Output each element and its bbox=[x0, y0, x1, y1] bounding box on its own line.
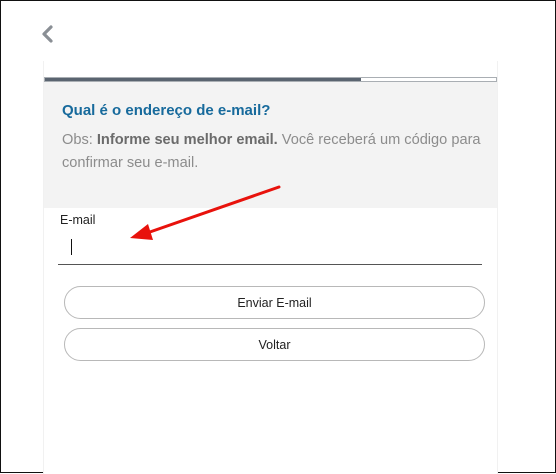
progress-bar-fill bbox=[45, 78, 361, 81]
send-email-button[interactable]: Enviar E-mail bbox=[64, 286, 485, 319]
note-emphasis: Informe seu melhor email. bbox=[96, 132, 278, 148]
text-caret bbox=[71, 239, 72, 255]
screenshot-frame: Qual é o endereço de e-mail? Obs: Inform… bbox=[0, 0, 556, 474]
chevron-left-icon bbox=[42, 25, 53, 43]
question-header: Qual é o endereço de e-mail? Obs: Inform… bbox=[44, 82, 497, 208]
email-step-card: Qual é o endereço de e-mail? Obs: Inform… bbox=[43, 61, 498, 474]
question-title: Qual é o endereço de e-mail? bbox=[62, 102, 271, 119]
back-button[interactable] bbox=[37, 23, 61, 47]
email-input[interactable] bbox=[58, 233, 482, 265]
back-step-button[interactable]: Voltar bbox=[64, 328, 485, 361]
note-prefix: Obs: bbox=[62, 132, 97, 148]
question-note: Obs: Informe seu melhor email. Você rece… bbox=[62, 129, 487, 175]
email-label: E-mail bbox=[60, 213, 96, 227]
